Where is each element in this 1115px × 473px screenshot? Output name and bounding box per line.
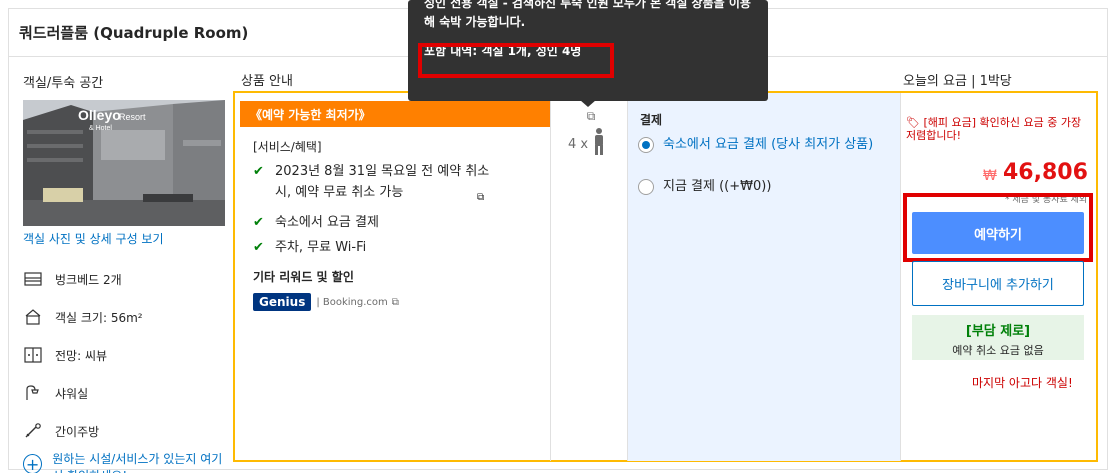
happy-price-note: 🏷 [해피 요금] 확인하신 요금 중 가장 저렴합니다! (906, 116, 1086, 142)
condition-item: ✔ 숙소에서 요금 결제 (253, 212, 553, 233)
free-cancel-badge: [부담 제로] 예약 취소 요금 없음 (912, 315, 1084, 360)
tag-icon: 🏷 (906, 116, 920, 129)
condition-item: ✔ 2023년 8월 31일 목요일 전 예약 취소 시, 예약 무료 취소 가… (253, 161, 553, 208)
resort-sign: Olleyo (78, 107, 121, 123)
original-price: ₩ (983, 168, 997, 184)
check-icon: ✔ (253, 215, 264, 230)
photo-detail-link[interactable]: 객실 사진 및 상세 구성 보기 (23, 230, 225, 247)
building-image: Olleyo Resort & Hotel (23, 100, 225, 226)
free-cancel-title: [부담 제로] (965, 324, 1031, 339)
check-icon: ✔ (253, 240, 264, 255)
ask-link-text[interactable]: 원하는 시설/서비스가 있는지 여기서 확인하세요! (52, 451, 225, 473)
divider (627, 93, 628, 461)
plus-icon: + (23, 454, 43, 473)
happy-price-text: [해피 요금] 확인하신 요금 중 가장 저렴합니다! (906, 116, 1082, 142)
price-info: 🏷 [해피 요금] 확인하신 요금 중 가장 저렴합니다! (906, 116, 1086, 142)
condition-text: 숙소에서 요금 결제 (275, 215, 379, 230)
genius-row: Genius | Booking.com ⧉ (253, 293, 553, 311)
person-icon (595, 128, 603, 155)
resort-sign-sub2: & Hotel (89, 125, 112, 132)
radio-button[interactable] (638, 179, 654, 195)
facility-label: 전망: 씨뷰 (55, 348, 108, 363)
external-link-icon[interactable]: ⧉ (477, 187, 484, 208)
highlight-frame (418, 43, 614, 78)
highlight-frame (903, 193, 1093, 262)
facility-size: 객실 크기: 56m² (23, 307, 225, 327)
occupancy-count: 4 x (568, 137, 589, 152)
last-room-note: 마지막 아고다 객실! (972, 376, 1073, 390)
room-photo[interactable]: Olleyo Resort & Hotel (23, 100, 225, 226)
kitchenette-icon (23, 421, 43, 441)
tooltip-arrow (580, 100, 596, 107)
occupancy-info-icon[interactable]: ⧉ (566, 109, 616, 124)
external-link-icon[interactable]: ⧉ (392, 297, 399, 308)
view-icon (23, 345, 43, 365)
resort-sign-sub: Resort (119, 112, 146, 122)
check-icon: ✔ (253, 164, 264, 179)
facility-label: 벙크베드 2개 (55, 272, 122, 287)
lowest-price-tag: 《예약 가능한 최저가》 (240, 101, 550, 127)
facility-view: 전망: 씨뷰 (23, 345, 225, 365)
shower-icon (23, 383, 43, 403)
facility-label: 객실 크기: 56m² (55, 310, 143, 325)
pay-option-now[interactable]: 지금 결제 ((+₩0)) (638, 178, 771, 196)
facility-shower: 샤워실 (23, 383, 225, 403)
conditions-list: [서비스/혜택] ✔ 2023년 8월 31일 목요일 전 예약 취소 시, 예… (253, 138, 553, 311)
pay-option-property[interactable]: 숙소에서 요금 결제 (당사 최저가 상품) (638, 136, 888, 154)
tooltip-text: 성인 전용 객실 - 검색하신 투숙 인원 모두가 본 객실 상품을 이용해 숙… (424, 0, 751, 29)
free-cancel-sub: 예약 취소 요금 없음 (952, 344, 1044, 357)
genius-badge: Genius (253, 293, 312, 311)
condition-item: ✔ 주차, 무료 Wi-Fi (253, 237, 553, 258)
divider (900, 93, 901, 461)
header-room-type: 객실/투숙 공간 (23, 76, 104, 91)
condition-text[interactable]: 2023년 8월 31일 목요일 전 예약 취소 시, 예약 무료 취소 가능 (275, 161, 507, 208)
header-today-price: 오늘의 요금 | 1박당 (903, 74, 1012, 89)
radio-button[interactable] (638, 137, 654, 153)
room-size-icon (23, 307, 43, 327)
room-details: Olleyo Resort & Hotel 객실 사진 및 상세 구성 보기 벙… (15, 100, 225, 473)
facility-label: 간이주방 (55, 424, 100, 439)
payment-head: 결제 (640, 113, 663, 127)
facility-kitchen: 간이주방 (23, 421, 225, 441)
rewards-head: 기타 리워드 및 할인 (253, 270, 354, 284)
pay-option-label[interactable]: 지금 결제 ((+₩0)) (663, 178, 771, 196)
facility-label: 샤워실 (55, 386, 89, 401)
current-price: 46,806 (1003, 160, 1088, 185)
condition-text: 주차, 무료 Wi-Fi (275, 240, 367, 255)
bed-icon (23, 269, 43, 289)
add-to-cart-button[interactable]: 장바구니에 추가하기 (912, 261, 1084, 306)
facility-bed: 벙크베드 2개 (23, 269, 225, 289)
pay-option-label[interactable]: 숙소에서 요금 결제 (당사 최저가 상품) (663, 136, 873, 154)
conditions-head: [서비스/혜택] (253, 140, 322, 154)
header-product-info: 상품 안내 (241, 74, 293, 89)
ask-facility-link[interactable]: + 원하는 시설/서비스가 있는지 여기서 확인하세요! (23, 451, 225, 473)
genius-by: | Booking.com (316, 296, 388, 308)
